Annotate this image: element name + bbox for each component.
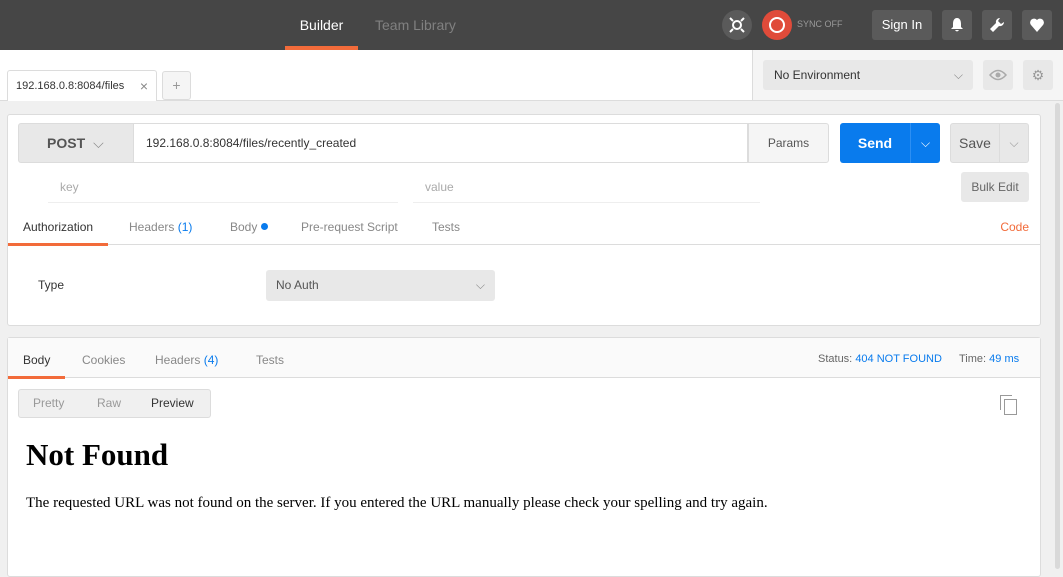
response-tab-tests[interactable]: Tests: [241, 338, 299, 378]
scrollbar[interactable]: [1052, 101, 1063, 571]
tab-body-label: Body: [230, 220, 258, 234]
tab-headers[interactable]: Headers (1): [114, 212, 207, 245]
scrollbar-thumb[interactable]: [1055, 103, 1060, 569]
response-headers-count: (4): [203, 353, 219, 367]
copy-icon[interactable]: [1000, 395, 1017, 415]
tab-body[interactable]: Body: [215, 212, 283, 245]
time-value: 49 ms: [989, 353, 1020, 365]
request-tab[interactable]: 192.168.0.8:8084/files ×: [7, 70, 157, 101]
view-raw-button[interactable]: Raw: [83, 390, 135, 417]
auth-type-label: Type: [38, 278, 65, 292]
response-status: Status: 404 NOT FOUND: [818, 353, 942, 365]
response-tab-cookies[interactable]: Cookies: [67, 338, 140, 378]
response-tabs: Body Cookies Headers (4) Tests Status: 4…: [8, 338, 1040, 379]
time-label: Time:: [959, 353, 987, 365]
response-message: The requested URL was not found on the s…: [26, 495, 768, 511]
request-subtabs: Authorization Headers (1) Body Pre-reque…: [8, 212, 1040, 246]
response-tab-body[interactable]: Body: [8, 338, 66, 379]
send-dropdown-button[interactable]: ⌵: [910, 123, 940, 163]
sign-in-button[interactable]: Sign In: [872, 10, 932, 40]
url-input[interactable]: 192.168.0.8:8084/files/recently_created: [134, 123, 748, 163]
response-panel: Body Cookies Headers (4) Tests Status: 4…: [7, 337, 1041, 577]
param-key-field[interactable]: key: [48, 172, 398, 203]
close-icon[interactable]: ×: [140, 71, 148, 101]
request-panel: POST ⌵ 192.168.0.8:8084/files/recently_cr…: [7, 114, 1041, 326]
response-tab-headers[interactable]: Headers (4): [140, 338, 233, 378]
view-pretty-button[interactable]: Pretty: [19, 390, 78, 417]
save-dropdown-button[interactable]: ⌵: [1000, 123, 1029, 163]
status-label: Status:: [818, 353, 853, 365]
new-tab-button[interactable]: +: [162, 71, 191, 100]
response-tab-headers-label: Headers: [155, 353, 201, 367]
tab-headers-label: Headers: [129, 220, 175, 234]
param-value-field[interactable]: value: [413, 172, 760, 203]
wrench-icon[interactable]: [982, 10, 1012, 40]
sync-icon[interactable]: [762, 10, 792, 40]
auth-type-select[interactable]: No Auth ⌵: [266, 270, 495, 301]
response-time: Time: 49 ms: [959, 353, 1019, 365]
gear-icon[interactable]: ⚙: [1023, 60, 1053, 90]
tab-authorization[interactable]: Authorization: [8, 212, 109, 246]
bulk-edit-button[interactable]: Bulk Edit: [961, 172, 1029, 202]
sync-status-label: SYNC OFF: [797, 19, 843, 29]
eye-icon[interactable]: [983, 60, 1013, 90]
bell-icon[interactable]: [942, 10, 972, 40]
response-title: Not Found: [26, 437, 169, 472]
request-tab-strip: 192.168.0.8:8084/files × +: [0, 50, 752, 101]
interceptor-icon[interactable]: [722, 10, 752, 40]
headers-count: (1): [177, 220, 193, 234]
body-indicator-dot: [261, 223, 269, 230]
chevron-down-icon: ⌵: [93, 135, 104, 151]
top-bar: Builder Team Library SYNC OFF Sign In: [0, 0, 1063, 50]
view-preview-button[interactable]: Preview: [137, 390, 208, 417]
send-button[interactable]: Send: [840, 123, 910, 163]
view-mode-group: Pretty Raw Preview: [18, 389, 211, 418]
params-button[interactable]: Params: [748, 123, 829, 163]
environment-selected: No Environment: [774, 68, 861, 82]
tab-prerequest-script[interactable]: Pre-request Script: [286, 212, 413, 245]
status-value: 404 NOT FOUND: [855, 353, 942, 365]
chevron-down-icon: ⌵: [953, 68, 963, 82]
method-label: POST: [47, 135, 86, 151]
method-select[interactable]: POST ⌵: [18, 123, 134, 163]
environment-bar: No Environment ⌵ ⚙: [752, 50, 1063, 101]
auth-type-selected: No Auth: [276, 278, 319, 292]
chevron-down-icon: ⌵: [475, 278, 485, 292]
heart-icon[interactable]: [1022, 10, 1052, 40]
code-link[interactable]: Code: [1000, 212, 1029, 242]
request-tab-label: 192.168.0.8:8084/files: [16, 80, 125, 92]
tab-tests[interactable]: Tests: [417, 212, 475, 245]
save-button[interactable]: Save: [950, 123, 1000, 163]
nav-builder[interactable]: Builder: [285, 0, 358, 50]
nav-team-library[interactable]: Team Library: [375, 0, 456, 50]
environment-select[interactable]: No Environment ⌵: [763, 60, 973, 90]
